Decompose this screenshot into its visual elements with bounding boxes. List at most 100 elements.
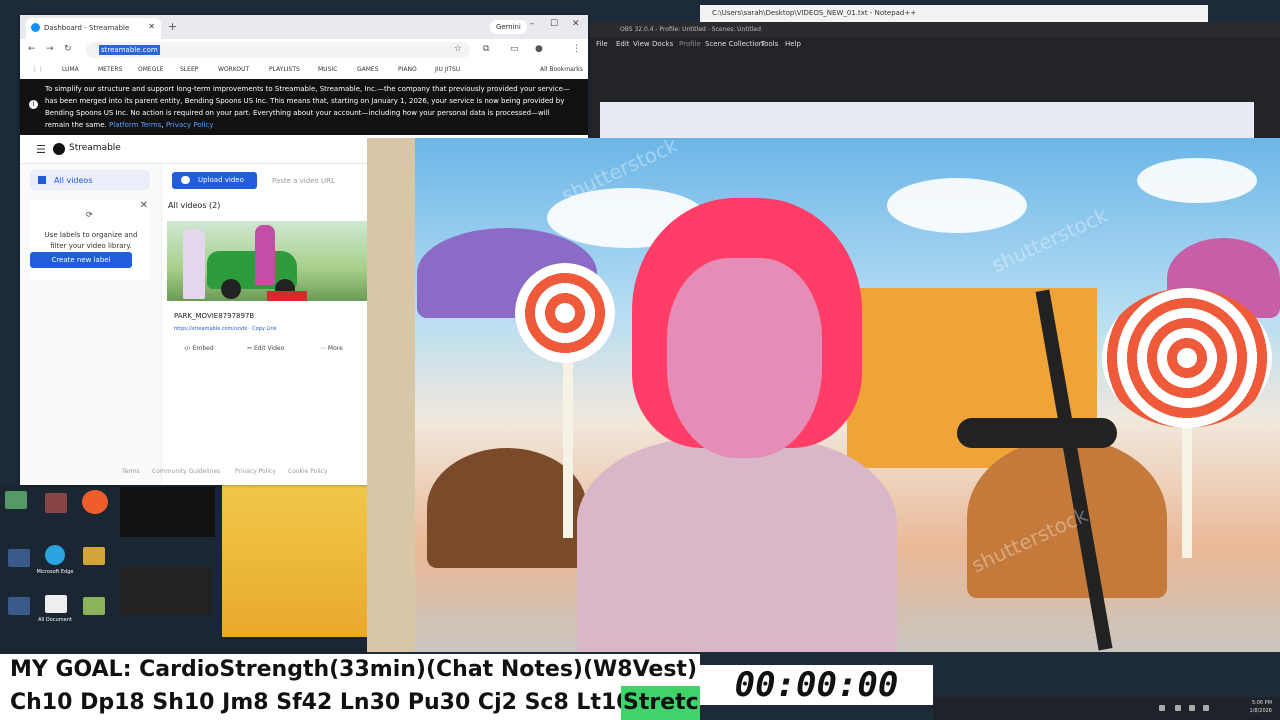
menu-kebab-icon[interactable]: ⋮ — [572, 44, 581, 54]
desktop-file-icon[interactable] — [8, 549, 30, 567]
obs-menu-edit[interactable]: Edit — [616, 40, 630, 48]
video-link[interactable]: https://streamable.com/ozvbl · Copy Link — [174, 326, 277, 332]
edge-icon[interactable] — [45, 545, 65, 565]
cloud — [887, 178, 1027, 233]
create-label-button[interactable]: Create new label — [30, 252, 132, 268]
desktop-file-icon[interactable] — [8, 597, 30, 615]
taskbar: 5:06 PM 1/8/2026 — [933, 697, 1280, 720]
obs-preview[interactable] — [600, 102, 1254, 138]
thumbnail-figure — [183, 229, 205, 299]
clock-date: 1/8/2026 — [1249, 708, 1272, 714]
obs-menu-view[interactable]: View — [633, 40, 650, 48]
back-icon[interactable]: ← — [28, 44, 36, 54]
forward-icon[interactable]: → — [46, 44, 54, 54]
star-icon[interactable]: ☆ — [454, 44, 462, 54]
obs-menu-scene-collection[interactable]: Scene Collection — [705, 40, 763, 48]
volume-icon[interactable] — [1189, 705, 1195, 711]
obs-window[interactable]: OBS 32.0.4 - Profile: Untitled - Scenes:… — [590, 22, 1280, 138]
footer-link[interactable]: Terms — [122, 468, 140, 475]
obs-menu-docks[interactable]: Docks — [652, 40, 673, 48]
desktop-app-icon[interactable] — [82, 490, 108, 514]
minimize-icon[interactable]: – — [530, 19, 535, 29]
edit-video-button[interactable]: ✂ Edit Video — [247, 345, 284, 352]
desktop-file-icon[interactable] — [5, 491, 27, 509]
bookmark-playlists[interactable]: PLAYLISTS — [269, 66, 300, 73]
close-window-icon[interactable]: ✕ — [572, 19, 580, 29]
privacy-policy-link[interactable]: Privacy Policy — [166, 121, 214, 129]
obs-menu-file[interactable]: File — [596, 40, 608, 48]
maximize-icon[interactable]: ☐ — [550, 19, 558, 29]
desktop-area: Microsoft Edge All Document — [0, 485, 367, 655]
notice-banner: i To simplify our structure and support … — [20, 79, 588, 135]
menu-icon[interactable]: ☰ — [36, 143, 46, 156]
obs-titlebar: OBS 32.0.4 - Profile: Untitled - Scenes:… — [590, 22, 1280, 37]
tray-chevron-icon[interactable] — [1159, 705, 1165, 711]
bookmark-music[interactable]: MUSIC — [318, 66, 337, 73]
sidebar-item-all-videos[interactable]: All videos — [30, 170, 150, 190]
footer-link[interactable]: Community Guidelines — [152, 468, 220, 475]
thumbnail-object — [267, 291, 307, 301]
new-tab-icon[interactable]: + — [168, 20, 177, 33]
footer-link[interactable]: Cookie Policy — [288, 468, 328, 475]
desktop-image-thumb[interactable] — [222, 485, 367, 637]
upload-video-button[interactable]: Upload video — [172, 172, 257, 189]
upload-label: Upload video — [198, 176, 244, 184]
bookmark-sleep[interactable]: SLEEP — [180, 66, 198, 73]
bookmark-all-bookmarks[interactable]: All Bookmarks — [540, 66, 583, 73]
bookmark-games[interactable]: GAMES — [357, 66, 379, 73]
video-thumbnail[interactable] — [167, 221, 367, 301]
embed-button[interactable]: ‹/› Embed — [184, 345, 214, 352]
bookmark-jiu-jitsu[interactable]: JIU JITSU — [435, 66, 460, 73]
desktop-image-thumb[interactable] — [120, 567, 212, 615]
network-icon[interactable] — [1175, 705, 1181, 711]
desktop-image-thumb[interactable] — [120, 487, 215, 537]
person-face — [667, 258, 822, 458]
cloud — [1137, 158, 1257, 203]
close-icon[interactable]: ✕ — [148, 22, 155, 31]
bookmark-piano[interactable]: PIANO — [398, 66, 417, 73]
microphone — [957, 418, 1117, 448]
sidebar-item-label: All videos — [54, 176, 93, 185]
tab-dashboard[interactable]: Dashboard - Streamable ✕ — [26, 18, 161, 39]
grid-icon — [38, 176, 46, 184]
desktop-file-icon[interactable] — [45, 493, 67, 513]
extensions-icon[interactable]: ⧉ — [483, 44, 489, 54]
copy-link[interactable]: Copy Link — [252, 326, 277, 332]
streamable-favicon-icon — [31, 23, 40, 32]
address-bar[interactable]: streamable.com ☆ — [86, 42, 470, 58]
footer-link[interactable]: Privacy Policy — [235, 468, 276, 475]
more-button[interactable]: ⋯ More — [320, 345, 343, 352]
paste-url-input[interactable]: Paste a video URL — [272, 177, 335, 185]
video-url[interactable]: https://streamable.com/ozvbl — [174, 326, 247, 332]
platform-terms-link[interactable]: Platform Terms — [109, 121, 161, 129]
thumbnail-wheel — [221, 279, 241, 299]
bookmark-workout[interactable]: WORKOUT — [218, 66, 249, 73]
stretch-highlight: Stretch — [621, 686, 700, 720]
reload-icon[interactable]: ↻ — [64, 44, 72, 54]
desktop-file-icon[interactable] — [83, 547, 105, 565]
desktop-file-icon[interactable] — [45, 595, 67, 613]
obs-menu-tools[interactable]: Tools — [761, 40, 778, 48]
profile-icon[interactable]: ● — [535, 44, 543, 54]
bookmark-luma[interactable]: LUMA — [62, 66, 79, 73]
close-icon[interactable]: ✕ — [140, 200, 148, 211]
sidebar: All videos ⟳ ✕ Use labels to organize an… — [20, 164, 162, 485]
obs-menu-profile[interactable]: Profile — [679, 40, 701, 48]
goal-text: MY GOAL: CardioStrength(33min)(Chat Note… — [10, 657, 698, 682]
gemini-button[interactable]: Gemini — [490, 20, 527, 34]
apps-icon[interactable]: ⋮⋮ — [32, 66, 44, 73]
bookmark-omegle[interactable]: OMEGLE — [138, 66, 163, 73]
clock[interactable]: 5:06 PM 1/8/2026 — [1250, 699, 1272, 715]
label-tag-icon: ⟳ — [86, 210, 93, 219]
battery-icon[interactable] — [1203, 705, 1209, 711]
notepad-window[interactable]: C:\Users\sarah\Desktop\VIDEOS_NEW_01.txt… — [700, 5, 1208, 22]
more-label: More — [327, 345, 343, 352]
cast-icon[interactable]: ▭ — [510, 44, 519, 54]
obs-menu-help[interactable]: Help — [785, 40, 801, 48]
desktop-icon-label: All Document — [38, 617, 72, 623]
bookmark-meters[interactable]: METERS — [98, 66, 122, 73]
url-text[interactable]: streamable.com — [99, 45, 160, 55]
video-title[interactable]: PARK_MOVIE8797897B — [174, 312, 254, 320]
thumbnail-figure — [255, 225, 275, 285]
desktop-file-icon[interactable] — [83, 597, 105, 615]
